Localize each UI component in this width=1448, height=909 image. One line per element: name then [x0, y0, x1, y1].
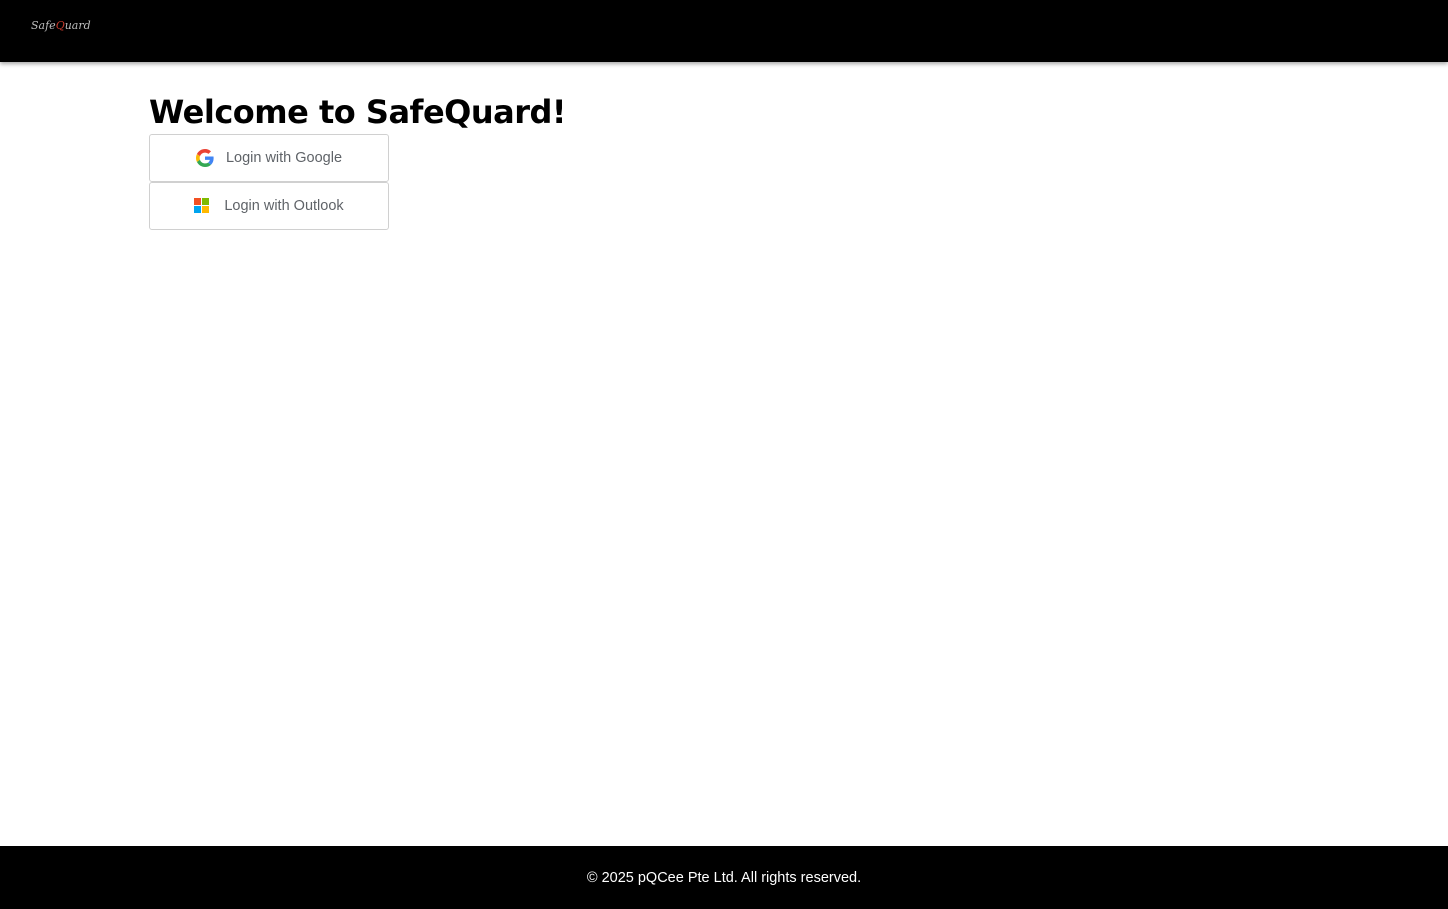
login-outlook-label: Login with Outlook	[224, 198, 344, 214]
logo-q: Q	[55, 19, 65, 32]
login-google-label: Login with Google	[225, 150, 343, 166]
login-panel: Welcome to SafeQuard! Login with Google …	[149, 92, 567, 230]
logo-suffix: uard	[64, 19, 91, 32]
top-navbar: SafeQuard	[0, 0, 1448, 62]
microsoft-icon	[194, 197, 212, 215]
copyright-text: © 2025 pQCee Pte Ltd. All rights reserve…	[586, 869, 862, 886]
safequard-logo[interactable]: SafeQuard	[31, 19, 91, 32]
google-icon	[195, 149, 214, 167]
footer: © 2025 pQCee Pte Ltd. All rights reserve…	[0, 846, 1448, 909]
login-with-google-button[interactable]: Login with Google	[149, 134, 389, 182]
page-title: Welcome to SafeQuard!	[149, 93, 567, 131]
logo-prefix: Safe	[31, 19, 56, 32]
login-with-outlook-button[interactable]: Login with Outlook	[149, 182, 389, 230]
